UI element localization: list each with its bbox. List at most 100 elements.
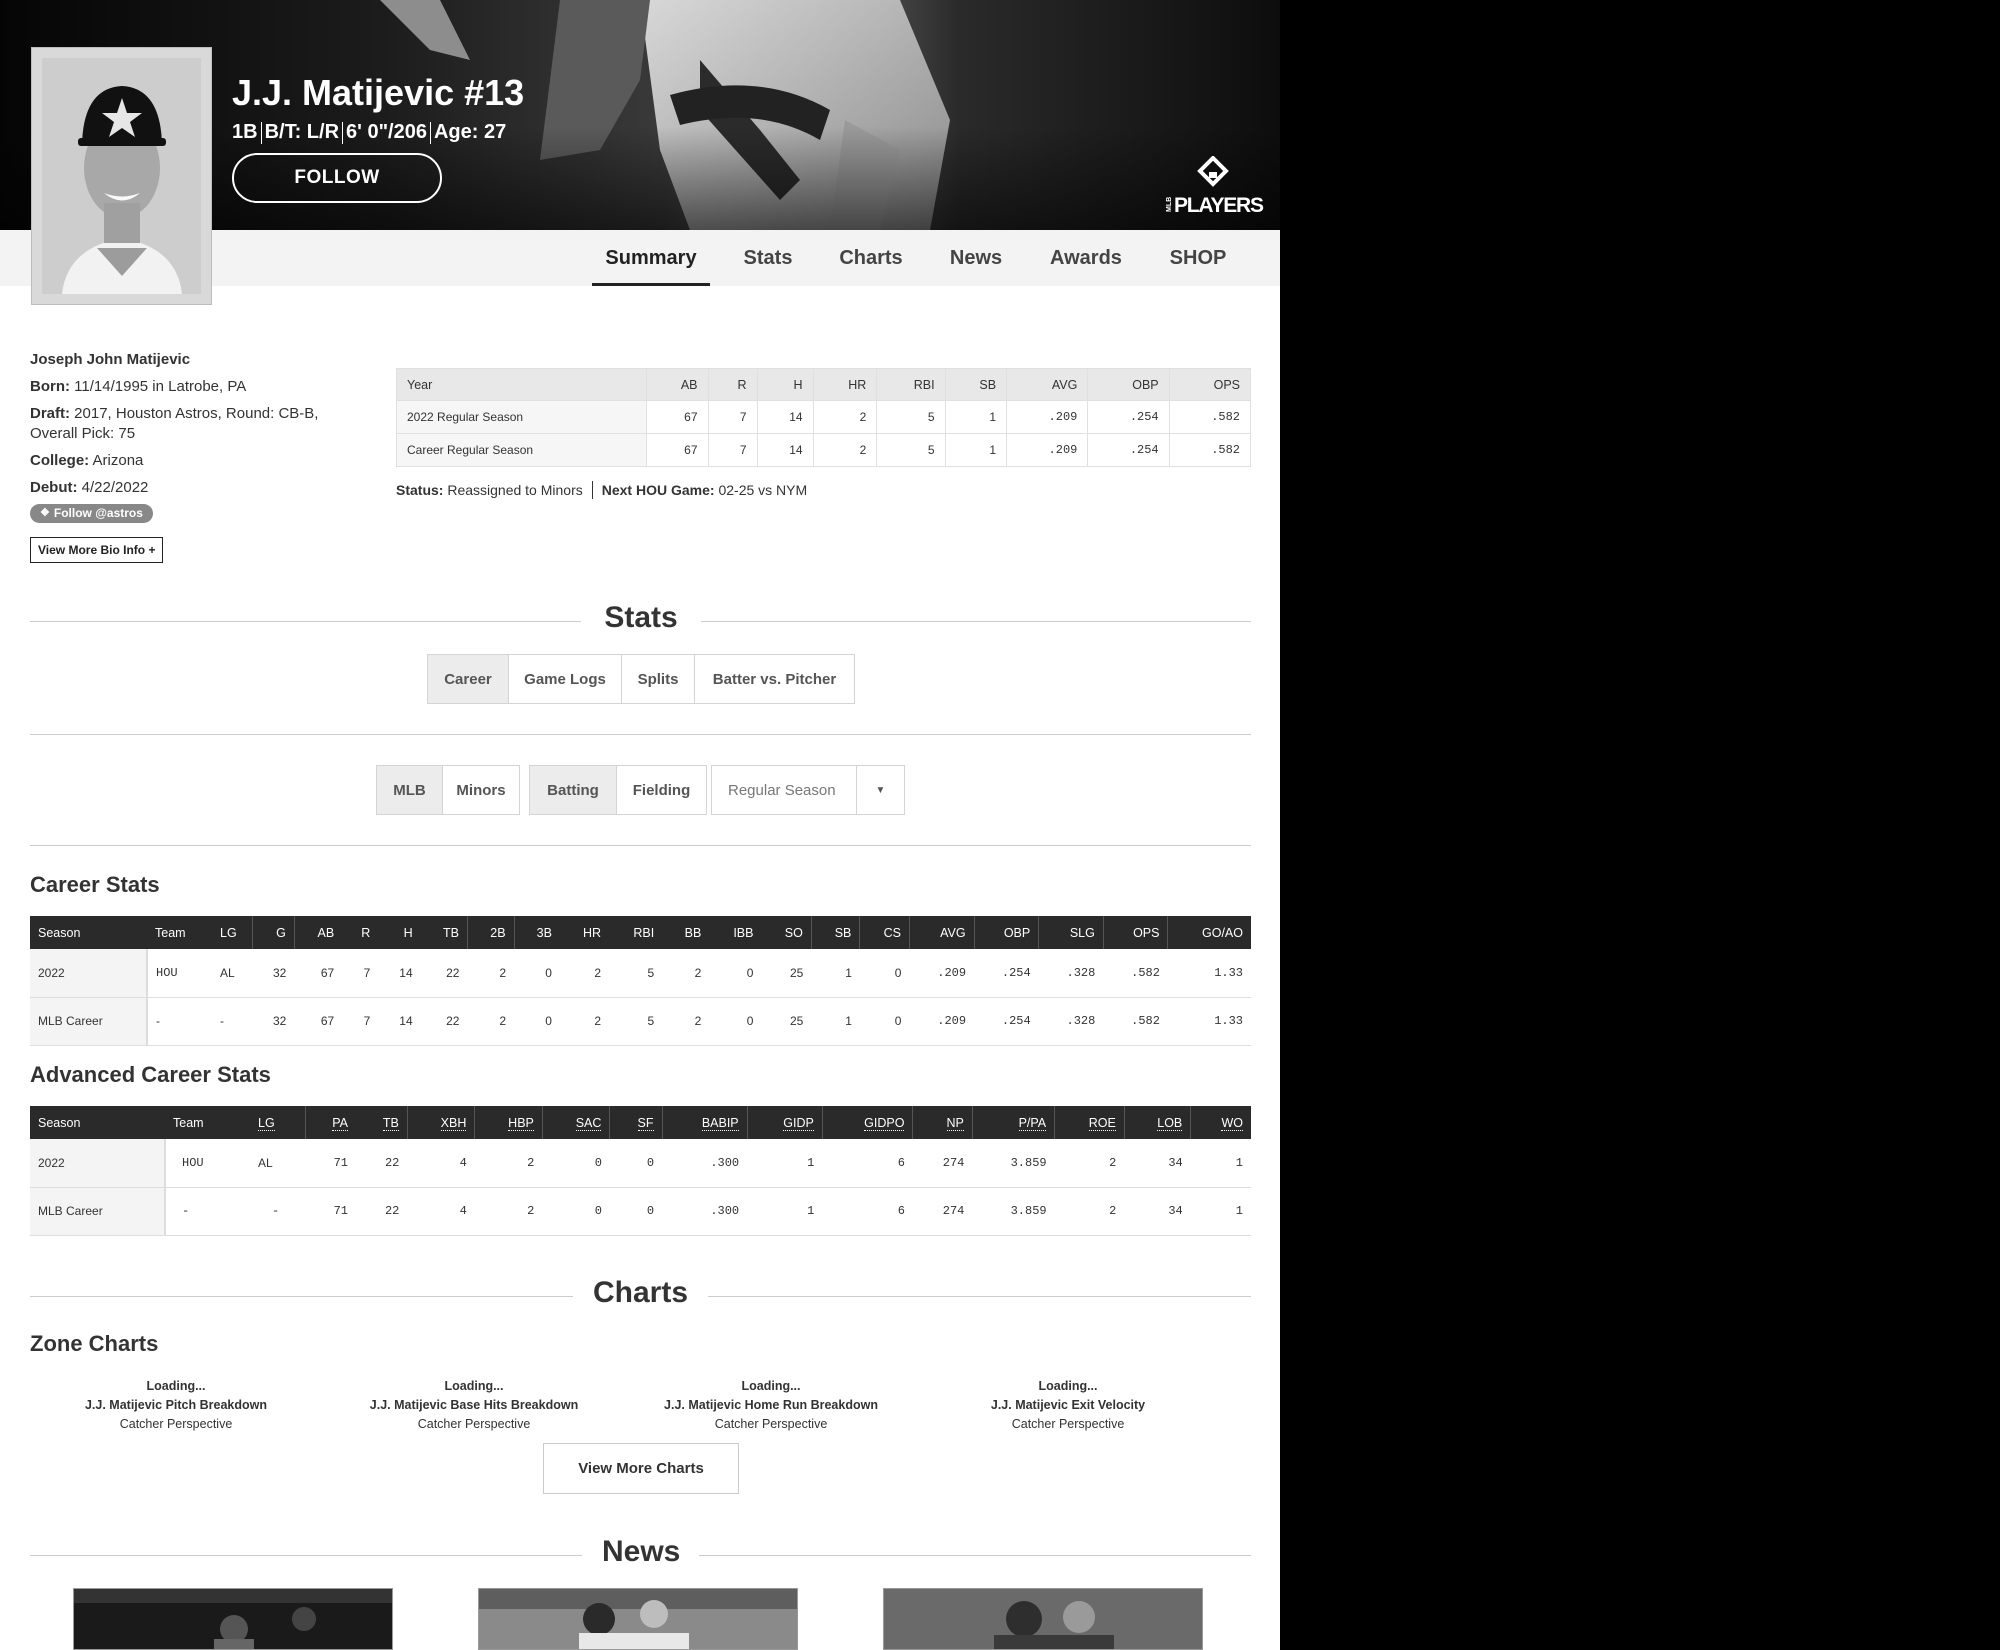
- col-rbi: RBI: [876, 368, 946, 401]
- meta-divider: [342, 121, 344, 144]
- advanced-stats-title: Advanced Career Stats: [30, 1062, 271, 1087]
- cell: 25: [761, 997, 812, 1046]
- col-sac: SAC: [541, 1106, 610, 1139]
- view-more-charts-button[interactable]: View More Charts: [543, 1443, 739, 1494]
- zone-chart-exit-velocity[interactable]: Loading... J.J. Matijevic Exit Velocity …: [918, 1377, 1218, 1434]
- cell: 0: [514, 997, 560, 1046]
- cell: 2: [1054, 1139, 1125, 1188]
- cell: 5: [609, 949, 663, 998]
- next-game-value[interactable]: 02-25 vs NYM: [718, 482, 807, 498]
- player-age: Age: 27: [433, 121, 507, 143]
- col-xbh: XBH: [406, 1106, 475, 1139]
- cell-season: MLB Career: [30, 1187, 166, 1236]
- toggle-batting[interactable]: Batting: [530, 766, 617, 814]
- col-lg: LG: [250, 1106, 305, 1139]
- cell: 67: [646, 433, 709, 467]
- cell: 7: [342, 949, 379, 998]
- caret-down-icon[interactable]: ▼: [856, 766, 904, 814]
- col-rbi: RBI: [609, 916, 663, 949]
- table-row: 2022 HOU AL 32 67 7 14 22 2 0 2 5 2 0 25…: [30, 949, 1251, 998]
- toggle-mlb[interactable]: MLB: [377, 766, 443, 814]
- news-image: [884, 1589, 1202, 1649]
- chart-perspective: Catcher Perspective: [1011, 1417, 1125, 1431]
- col-babip: BABIP: [661, 1106, 748, 1139]
- table-row: 2022 Regular Season 67 7 14 2 5 1 .209 .…: [396, 400, 1252, 434]
- twitter-icon: ❖: [40, 507, 50, 519]
- cell: .300: [662, 1187, 748, 1236]
- cell: 1: [811, 997, 860, 1046]
- cell: .209: [1006, 400, 1089, 434]
- twitter-follow-label: Follow @astros: [53, 506, 143, 520]
- cell: AL: [250, 1139, 305, 1188]
- col-slg: SLG: [1038, 916, 1104, 949]
- player-position: 1B: [232, 121, 258, 143]
- col-ibb: IBB: [709, 916, 762, 949]
- tab-career[interactable]: Career: [428, 655, 509, 703]
- twitter-follow-button[interactable]: ❖ Follow @astros: [30, 503, 153, 523]
- chart-perspective: Catcher Perspective: [417, 1417, 531, 1431]
- mlb-players-logo[interactable]: MLB PLAYERS: [1160, 156, 1266, 214]
- col-hr: HR: [812, 368, 878, 401]
- cell: 6: [822, 1187, 913, 1236]
- tab-splits[interactable]: Splits: [622, 655, 695, 703]
- cell: .209: [1006, 433, 1089, 467]
- cell: 25: [761, 949, 812, 998]
- zone-chart-pitch-breakdown[interactable]: Loading... J.J. Matijevic Pitch Breakdow…: [26, 1377, 326, 1434]
- cell: 14: [756, 433, 814, 467]
- stats-section-title: Stats: [581, 601, 701, 635]
- col-tb: TB: [355, 1106, 408, 1139]
- col-ab: AB: [646, 368, 709, 401]
- news-thumbnail[interactable]: [478, 1588, 798, 1650]
- cell: 0: [709, 997, 762, 1046]
- tab-awards[interactable]: Awards: [1036, 230, 1136, 286]
- cell: 0: [542, 1187, 610, 1236]
- cell: 22: [420, 997, 468, 1046]
- cell: 2: [467, 997, 515, 1046]
- tab-charts[interactable]: Charts: [826, 230, 916, 286]
- toggle-fielding[interactable]: Fielding: [617, 766, 706, 814]
- tab-news[interactable]: News: [936, 230, 1016, 286]
- cell: 0: [859, 997, 910, 1046]
- cell: .254: [974, 949, 1039, 998]
- tab-stats[interactable]: Stats: [730, 230, 806, 286]
- player-meta: 1B B/T: L/R 6' 0"/206 Age: 27: [232, 121, 506, 144]
- tab-game-logs[interactable]: Game Logs: [509, 655, 622, 703]
- tab-shop[interactable]: SHOP: [1156, 230, 1240, 286]
- divider: [30, 734, 1251, 735]
- cell: 2: [467, 949, 515, 998]
- chart-title: J.J. Matijevic Exit Velocity: [990, 1398, 1146, 1412]
- cell: 2: [662, 997, 710, 1046]
- zone-charts-title: Zone Charts: [30, 1331, 159, 1356]
- cell: 2: [812, 400, 878, 434]
- tab-batter-vs-pitcher[interactable]: Batter vs. Pitcher: [695, 655, 854, 703]
- col-h: H: [378, 916, 421, 949]
- cell-team[interactable]: HOU: [147, 949, 212, 998]
- cell: 22: [355, 1187, 408, 1236]
- cell: .582: [1168, 433, 1252, 467]
- cell: .328: [1038, 997, 1104, 1046]
- view-more-bio-button[interactable]: View More Bio Info +: [30, 536, 164, 563]
- season-type-select[interactable]: Regular Season ▼: [711, 765, 905, 815]
- col-ops: OPS: [1102, 916, 1168, 949]
- tab-summary[interactable]: Summary: [592, 230, 710, 286]
- news-thumbnail[interactable]: [883, 1588, 1203, 1650]
- cell: 7: [707, 400, 758, 434]
- cell: 1: [1190, 1139, 1251, 1188]
- cell: 67: [646, 400, 709, 434]
- headshot-image: [42, 58, 201, 294]
- news-thumbnail[interactable]: [73, 1588, 393, 1650]
- cell-team[interactable]: HOU: [165, 1139, 250, 1188]
- status-label: Status:: [396, 482, 444, 498]
- col-ops: OPS: [1168, 368, 1252, 401]
- meta-divider: [429, 121, 431, 144]
- toggle-minors[interactable]: Minors: [443, 766, 519, 814]
- table-row: MLB Career - - 71 22 4 2 0 0 .300 1 6 27…: [30, 1187, 1251, 1236]
- cell: 4: [407, 1139, 475, 1188]
- col-h: H: [756, 368, 814, 401]
- zone-chart-home-run[interactable]: Loading... J.J. Matijevic Home Run Break…: [621, 1377, 921, 1434]
- type-toggle: Batting Fielding: [529, 765, 707, 815]
- zone-chart-base-hits[interactable]: Loading... J.J. Matijevic Base Hits Brea…: [324, 1377, 624, 1434]
- follow-button[interactable]: FOLLOW: [232, 153, 442, 203]
- loading-text: Loading...: [444, 1379, 504, 1393]
- player-name: J.J. Matijevic #13: [232, 72, 525, 113]
